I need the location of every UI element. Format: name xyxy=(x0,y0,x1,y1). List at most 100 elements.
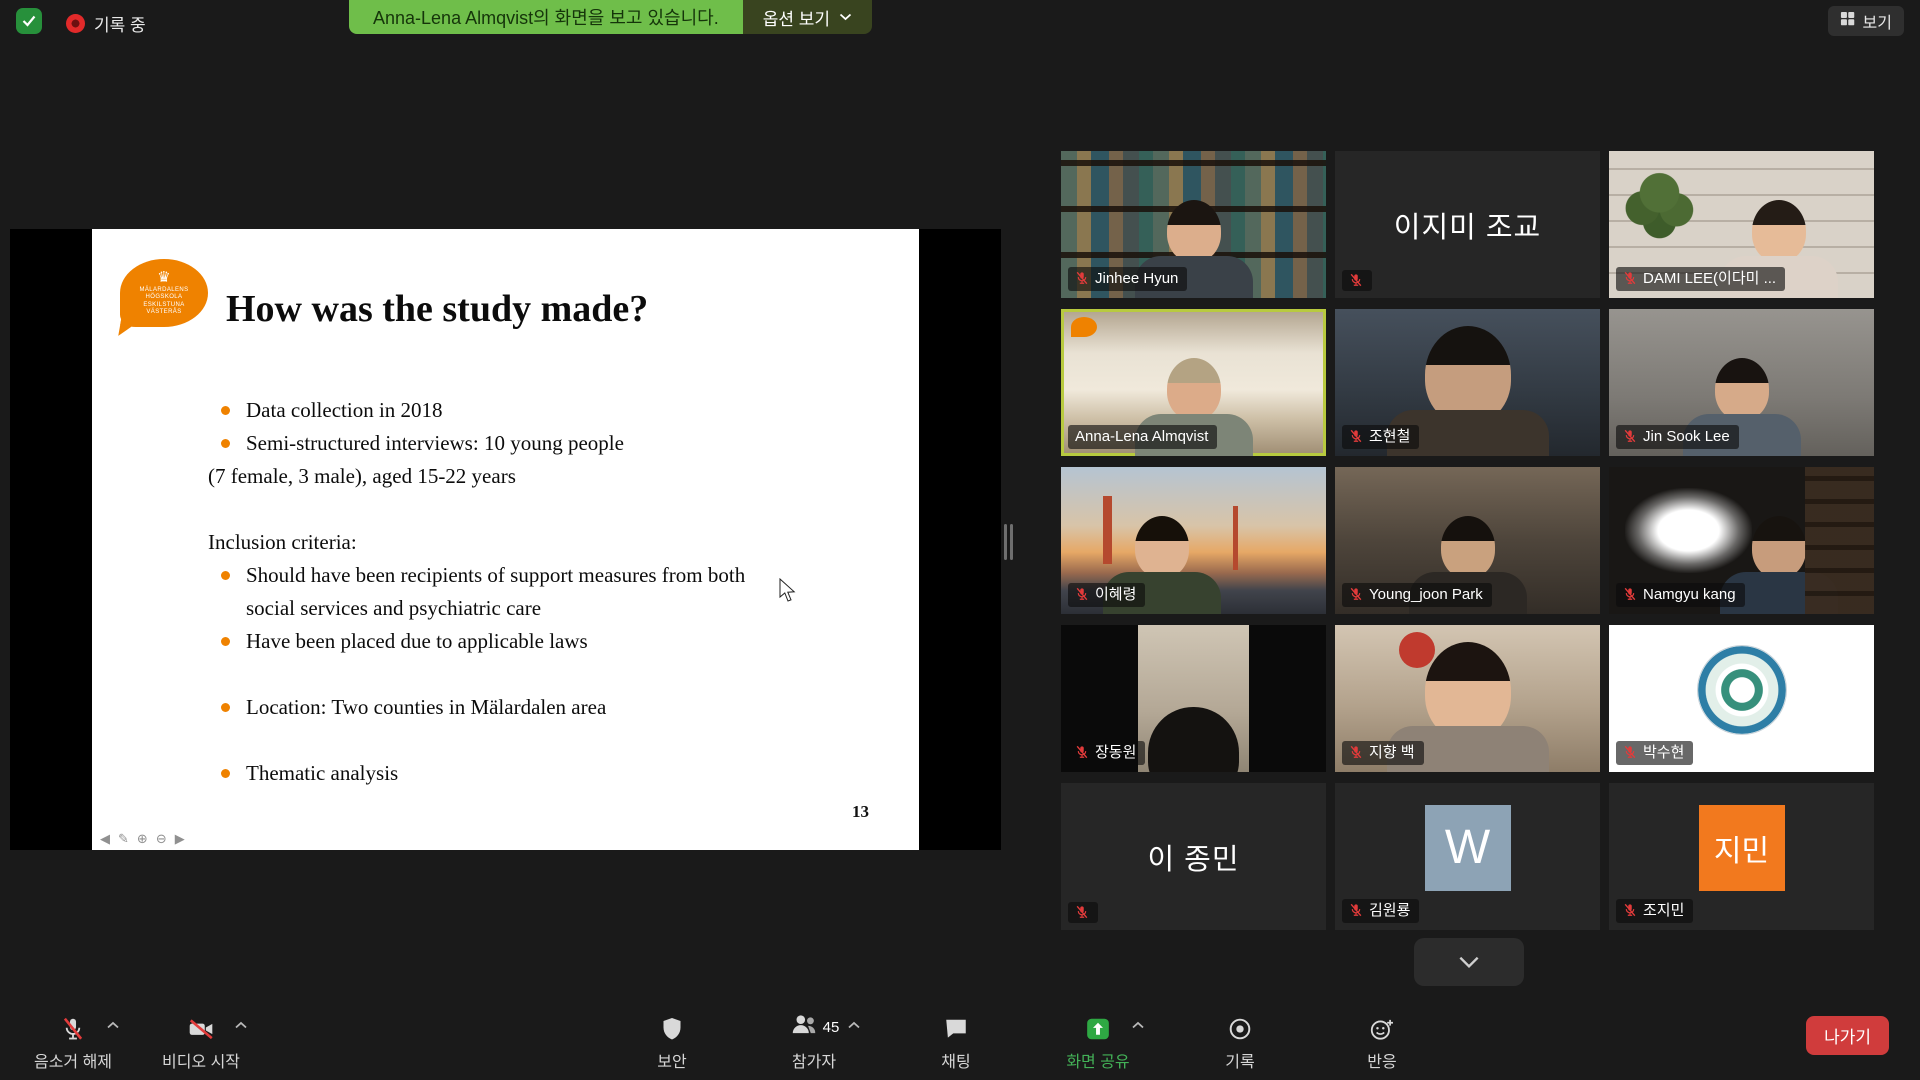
name-tag: Young_joon Park xyxy=(1342,583,1492,607)
meeting-toolbar: 음소거 해제 비디오 시작 보안 xyxy=(0,1002,1920,1080)
participants-options-chevron[interactable] xyxy=(845,1016,863,1035)
participant-tile[interactable]: Jinhee Hyun xyxy=(1061,151,1326,298)
participant-name: 김원룡 xyxy=(1369,902,1410,919)
muted-mic-icon xyxy=(1623,429,1637,443)
muted-mic-icon xyxy=(1349,587,1363,601)
slide-item-text: Semi-structured interviews: 10 young peo… xyxy=(246,431,624,455)
muted-mic-icon xyxy=(1349,273,1363,287)
slide-page-number: 13 xyxy=(852,802,869,822)
slide-list-item: Inclusion criteria: xyxy=(208,526,768,559)
reactions-button[interactable]: 반응 xyxy=(1333,1012,1431,1072)
muted-mic-icon xyxy=(1075,745,1089,759)
unmute-button[interactable]: 음소거 해제 xyxy=(24,1012,122,1072)
name-tag: 장동원 xyxy=(1068,741,1145,765)
next-slide-icon[interactable]: ▶ xyxy=(175,833,185,846)
participant-name: Anna-Lena Almqvist xyxy=(1075,428,1208,445)
participants-icon xyxy=(789,1011,819,1042)
name-tag: Anna-Lena Almqvist xyxy=(1068,425,1217,449)
participant-name: 이혜령 xyxy=(1095,586,1136,603)
slide-item-text: Should have been recipients of support m… xyxy=(246,563,745,620)
slide-list-item: Semi-structured interviews: 10 young peo… xyxy=(208,427,768,460)
participant-tile[interactable]: 지민 조지민 xyxy=(1609,783,1874,930)
zoom-out-icon[interactable]: ⊖ xyxy=(156,833,167,846)
view-options-button[interactable]: 옵션 보기 xyxy=(743,0,872,34)
slide-item-text: Data collection in 2018 xyxy=(246,398,443,422)
share-screen-button[interactable]: 화면 공유 xyxy=(1049,1012,1147,1072)
name-tag xyxy=(1342,270,1372,291)
slide-list-item: (7 female, 3 male), aged 15-22 years xyxy=(208,460,768,493)
participant-tile[interactable]: 지향 백 xyxy=(1335,625,1600,772)
participant-name: 박수현 xyxy=(1643,744,1684,761)
participant-tile[interactable]: DAMI LEE(이다미 ... xyxy=(1609,151,1874,298)
reactions-smiley-icon xyxy=(1368,1012,1396,1042)
unmute-label: 음소거 해제 xyxy=(34,1048,112,1072)
video-options-chevron[interactable] xyxy=(232,1016,250,1035)
participants-count: 45 xyxy=(823,1019,840,1036)
pen-icon[interactable]: ✎ xyxy=(118,833,129,846)
slide-title: How was the study made? xyxy=(226,287,648,331)
zoom-window: 기록 중 Anna-Lena Almqvist의 화면을 보고 있습니다. 옵션… xyxy=(0,0,1920,1080)
mic-muted-icon xyxy=(60,1012,86,1042)
share-options-chevron[interactable] xyxy=(1129,1016,1147,1035)
name-tag: 지향 백 xyxy=(1342,741,1424,765)
logo-crown-icon: ♛ xyxy=(157,270,170,285)
participant-name: 장동원 xyxy=(1095,744,1136,761)
participant-tile[interactable]: Jin Sook Lee xyxy=(1609,309,1874,456)
name-tag: 박수현 xyxy=(1616,741,1693,765)
participant-tile[interactable]: Anna-Lena Almqvist xyxy=(1061,309,1326,456)
viewing-banner-text: Anna-Lena Almqvist의 화면을 보고 있습니다. xyxy=(349,0,743,34)
participant-tile[interactable]: W 김원룡 xyxy=(1335,783,1600,930)
participant-name: Namgyu kang xyxy=(1643,586,1736,603)
participant-name: 조지민 xyxy=(1643,902,1684,919)
muted-mic-icon xyxy=(1075,271,1089,285)
slide-item-text: Inclusion criteria: xyxy=(208,530,357,554)
participant-tile[interactable]: 이 종민 xyxy=(1061,783,1326,930)
name-tag: Jin Sook Lee xyxy=(1616,425,1739,449)
name-tag: Jinhee Hyun xyxy=(1068,267,1187,291)
participants-button[interactable]: 45 참가자 xyxy=(765,1012,863,1072)
toolbar-center-group: 보안 45 참가자 채팅 xyxy=(623,1012,1431,1072)
presentation-slide: ♛ MÄLARDALENS HÖGSKOLA ESKILSTUNA VÄSTER… xyxy=(92,229,919,850)
bullet-dot xyxy=(221,406,230,415)
record-button[interactable]: 기록 xyxy=(1191,1012,1289,1072)
security-button[interactable]: 보안 xyxy=(623,1012,721,1072)
slide-bullet-list: Data collection in 2018 Semi-structured … xyxy=(208,394,768,790)
participant-tile[interactable]: 조현철 xyxy=(1335,309,1600,456)
muted-mic-icon xyxy=(1349,745,1363,759)
participant-name: DAMI LEE(이다미 ... xyxy=(1643,270,1776,287)
chat-button[interactable]: 채팅 xyxy=(907,1012,1005,1072)
toolbar-left-group: 음소거 해제 비디오 시작 xyxy=(24,1012,250,1072)
participant-tile[interactable]: Namgyu kang xyxy=(1609,467,1874,614)
leave-meeting-button[interactable]: 나가기 xyxy=(1806,1016,1889,1055)
bullet-dot xyxy=(221,769,230,778)
panel-resize-handle[interactable] xyxy=(1004,524,1013,560)
gallery-scroll-down-button[interactable] xyxy=(1414,938,1524,986)
participants-label: 참가자 xyxy=(792,1048,836,1072)
participant-name: Jinhee Hyun xyxy=(1095,270,1178,287)
video-grid: Jinhee Hyun 이지미 조교 DAMI LEE(이다미 ... Anna… xyxy=(1061,151,1874,930)
start-video-button[interactable]: 비디오 시작 xyxy=(152,1012,250,1072)
participant-tile[interactable]: Young_joon Park xyxy=(1335,467,1600,614)
share-screen-label: 화면 공유 xyxy=(1066,1048,1129,1072)
participant-tile[interactable]: 박수현 xyxy=(1609,625,1874,772)
prev-slide-icon[interactable]: ◀ xyxy=(100,833,110,846)
participant-tile[interactable]: 이혜령 xyxy=(1061,467,1326,614)
tile-center-name: 이 종민 xyxy=(1061,783,1326,930)
participant-tile[interactable]: 장동원 xyxy=(1061,625,1326,772)
avatar: 지민 xyxy=(1699,805,1785,891)
view-button[interactable]: 보기 xyxy=(1828,6,1904,36)
participant-tile[interactable]: 이지미 조교 xyxy=(1335,151,1600,298)
muted-mic-icon xyxy=(1349,903,1363,917)
slide-item-text: Thematic analysis xyxy=(246,761,398,785)
slide-annotation-tools: ◀ ✎ ⊕ ⊖ ▶ xyxy=(100,833,185,846)
avatar: W xyxy=(1425,805,1511,891)
bullet-dot xyxy=(221,703,230,712)
zoom-in-icon[interactable]: ⊕ xyxy=(137,833,148,846)
muted-mic-icon xyxy=(1623,587,1637,601)
name-tag: Namgyu kang xyxy=(1616,583,1745,607)
audio-options-chevron[interactable] xyxy=(104,1016,122,1035)
shield-icon xyxy=(660,1012,684,1042)
encryption-shield-icon[interactable] xyxy=(16,8,42,34)
muted-mic-icon xyxy=(1623,903,1637,917)
bullet-dot xyxy=(221,439,230,448)
